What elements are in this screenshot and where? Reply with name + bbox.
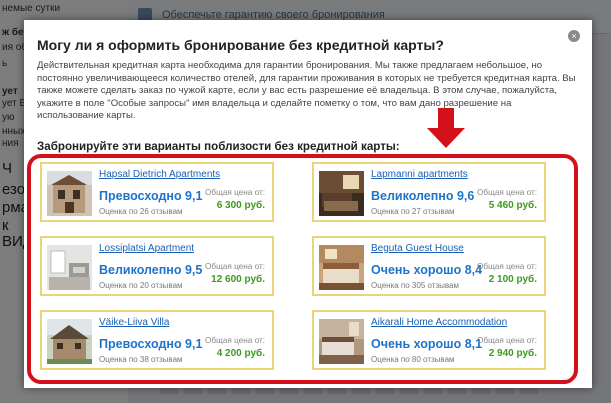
- hotel-score: Очень хорошо 8,4: [371, 263, 483, 277]
- hotel-score: Великолепно 9,5: [99, 263, 203, 277]
- no-credit-card-modal: × Могу ли я оформить бронирование без кр…: [24, 20, 592, 388]
- hotel-price: 12 600 руб.: [211, 274, 265, 285]
- hotel-price: 4 200 руб.: [216, 348, 265, 359]
- hotel-price: 6 300 руб.: [216, 200, 265, 211]
- bedroom-photo-icon: [319, 319, 364, 364]
- hotel-card[interactable]: Lapmanni apartments Великолепно 9,6 Оцен…: [312, 162, 546, 222]
- hotel-card[interactable]: Aikarali Home Accommodation Очень хорошо…: [312, 310, 546, 370]
- price-label: Общая цена от:: [477, 188, 537, 197]
- hotel-reviews: Оценка по 305 отзывам: [371, 281, 459, 290]
- bedroom-photo-icon: [319, 245, 364, 290]
- hotel-score: Великолепно 9,6: [371, 189, 475, 203]
- hotel-card[interactable]: Hapsal Dietrich Apartments Превосходно 9…: [40, 162, 274, 222]
- price-label: Общая цена от:: [477, 262, 537, 271]
- hotel-card[interactable]: Lossiplatsi Apartment Великолепно 9,5 Оц…: [40, 236, 274, 296]
- hotel-name-link[interactable]: Väike-Liiva Villa: [99, 317, 169, 328]
- hotel-score: Превосходно 9,1: [99, 189, 203, 203]
- red-arrow-down-icon: [427, 108, 465, 148]
- close-button[interactable]: ×: [568, 30, 580, 42]
- hotel-card[interactable]: Väike-Liiva Villa Превосходно 9,1 Оценка…: [40, 310, 274, 370]
- hotel-price: 2 100 руб.: [488, 274, 537, 285]
- hotel-reviews: Оценка по 27 отзывам: [371, 207, 455, 216]
- hotel-price: 5 460 руб.: [488, 200, 537, 211]
- room-photo-icon: [319, 171, 364, 216]
- hotel-score: Очень хорошо 8,1: [371, 337, 483, 351]
- price-label: Общая цена от:: [477, 336, 537, 345]
- building-photo-icon: [47, 171, 92, 216]
- hotel-name-link[interactable]: Aikarali Home Accommodation: [371, 317, 507, 328]
- villa-photo-icon: [47, 319, 92, 364]
- modal-description: Действительная кредитная карта необходим…: [37, 60, 576, 122]
- hotel-name-link[interactable]: Lapmanni apartments: [371, 169, 468, 180]
- price-label: Общая цена от:: [205, 188, 265, 197]
- hotel-reviews: Оценка по 20 отзывам: [99, 281, 183, 290]
- hotel-score: Превосходно 9,1: [99, 337, 203, 351]
- hotel-card[interactable]: Beguta Guest House Очень хорошо 8,4 Оцен…: [312, 236, 546, 296]
- hotel-reviews: Оценка по 80 отзывам: [371, 355, 455, 364]
- price-label: Общая цена от:: [205, 262, 265, 271]
- modal-title: Могу ли я оформить бронирование без кред…: [37, 37, 444, 53]
- hotel-name-link[interactable]: Hapsal Dietrich Apartments: [99, 169, 220, 180]
- close-icon: ×: [571, 31, 577, 41]
- hotel-price: 2 940 руб.: [488, 348, 537, 359]
- section-title: Забронируйте эти варианты поблизости без…: [37, 140, 400, 153]
- price-label: Общая цена от:: [205, 336, 265, 345]
- interior-photo-icon: [47, 245, 92, 290]
- hotel-name-link[interactable]: Lossiplatsi Apartment: [99, 243, 194, 254]
- hotel-reviews: Оценка по 38 отзывам: [99, 355, 183, 364]
- hotel-name-link[interactable]: Beguta Guest House: [371, 243, 464, 254]
- hotel-reviews: Оценка по 26 отзывам: [99, 207, 183, 216]
